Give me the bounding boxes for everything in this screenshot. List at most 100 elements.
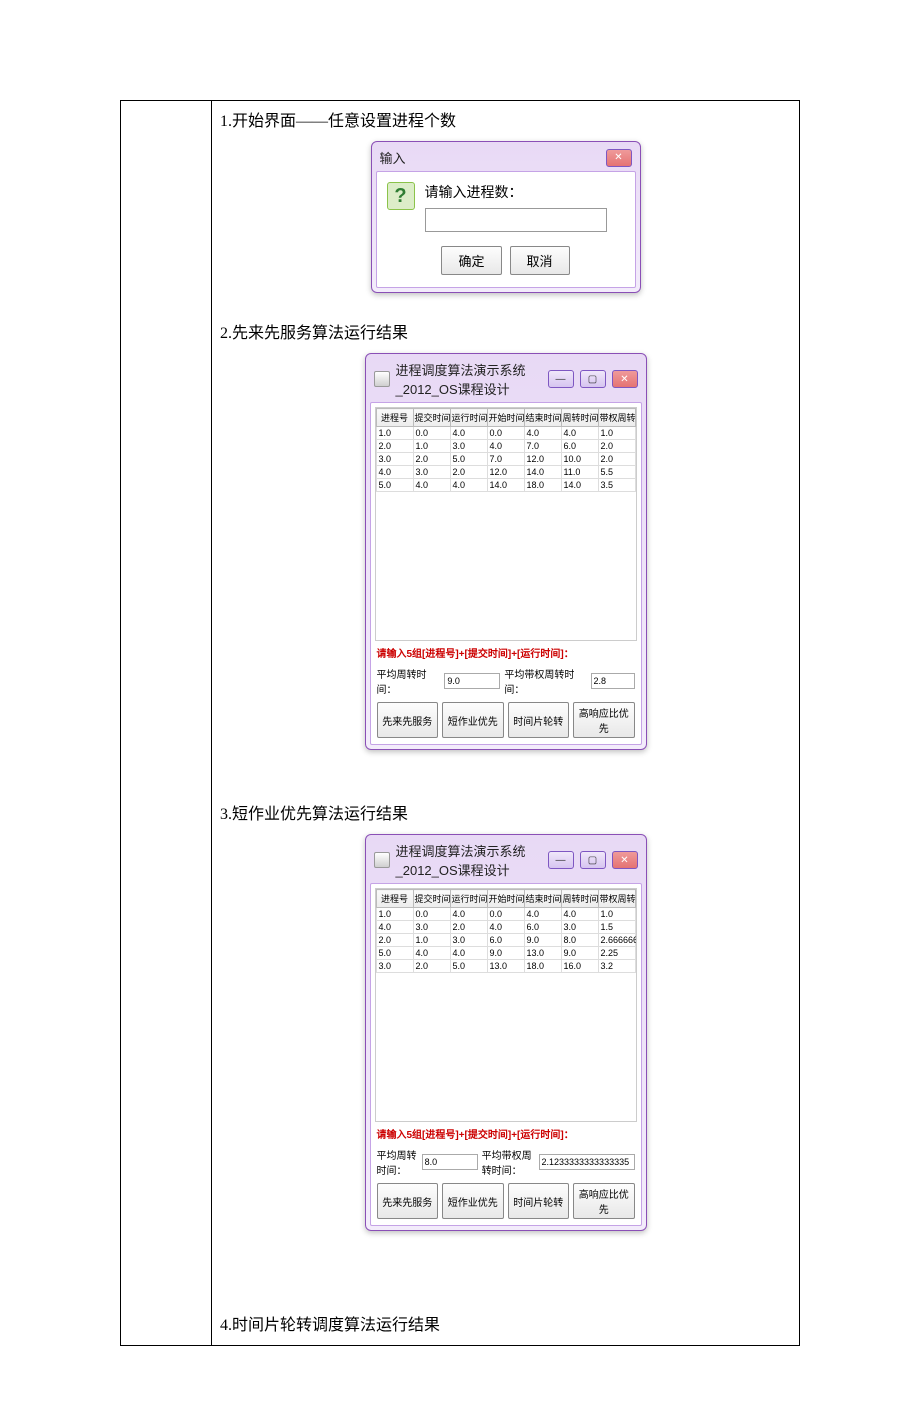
sjf-button[interactable]: 短作业优先 [442, 702, 504, 738]
table-cell: 4.0 [524, 427, 561, 440]
cancel-button[interactable]: 取消 [510, 246, 570, 275]
table-cell: 2.25 [598, 947, 635, 960]
table-row[interactable]: 1.00.04.00.04.04.01.0 [376, 427, 635, 440]
table-cell: 4.0 [413, 479, 450, 492]
table-row[interactable]: 2.01.03.04.07.06.02.0 [376, 440, 635, 453]
table-cell: 4.0 [561, 427, 598, 440]
table-row[interactable]: 5.04.04.014.018.014.03.5 [376, 479, 635, 492]
table-row[interactable]: 4.03.02.04.06.03.01.5 [376, 921, 635, 934]
table-cell: 1.0 [413, 440, 450, 453]
column-header: 运行时间 [450, 409, 487, 427]
table-cell: 9.0 [487, 947, 524, 960]
table-cell: 3.0 [376, 960, 413, 973]
rr-button[interactable]: 时间片轮转 [508, 702, 570, 738]
column-header: 开始时间 [487, 409, 524, 427]
table-row[interactable]: 4.03.02.012.014.011.05.5 [376, 466, 635, 479]
fcfs-button[interactable]: 先来先服务 [377, 1183, 439, 1219]
table-cell: 1.0 [598, 427, 635, 440]
input-dialog-window: 输入 ✕ ? 请输入进程数： [371, 141, 641, 293]
table-cell: 9.0 [524, 934, 561, 947]
fcfs-avg-turn[interactable] [444, 673, 500, 689]
column-header: 运行时间 [450, 890, 487, 908]
app-icon [374, 371, 390, 387]
maximize-icon[interactable]: ▢ [580, 370, 606, 388]
table-cell: 14.0 [487, 479, 524, 492]
input-dialog-title: 输入 [380, 148, 600, 167]
table-cell: 4.0 [450, 479, 487, 492]
table-cell: 12.0 [487, 466, 524, 479]
table-cell: 2.666666.. [598, 934, 635, 947]
close-icon[interactable]: ✕ [612, 851, 638, 869]
table-cell: 13.0 [487, 960, 524, 973]
ok-button[interactable]: 确定 [441, 246, 501, 275]
table-cell: 0.0 [487, 908, 524, 921]
table-cell: 2.0 [376, 934, 413, 947]
table-cell: 2.0 [376, 440, 413, 453]
table-cell: 9.0 [561, 947, 598, 960]
sjf-avg-turn[interactable] [422, 1154, 478, 1170]
table-cell: 5.0 [376, 947, 413, 960]
sjf-window-title: 进程调度算法演示系统_2012_OS课程设计 [396, 841, 542, 879]
column-header: 进程号 [376, 409, 413, 427]
section4-caption: 4.时间片轮转调度算法运行结果 [220, 1311, 791, 1335]
close-icon[interactable]: ✕ [612, 370, 638, 388]
table-row[interactable]: 5.04.04.09.013.09.02.25 [376, 947, 635, 960]
process-count-input[interactable] [425, 208, 607, 232]
section1-caption: 1.开始界面——任意设置进程个数 [220, 107, 791, 131]
table-row[interactable]: 1.00.04.00.04.04.01.0 [376, 908, 635, 921]
table-cell: 4.0 [376, 921, 413, 934]
table-row[interactable]: 3.02.05.07.012.010.02.0 [376, 453, 635, 466]
close-icon[interactable]: ✕ [606, 149, 632, 167]
column-header: 带权周转.. [598, 409, 635, 427]
table-cell: 3.0 [450, 440, 487, 453]
table-cell: 0.0 [487, 427, 524, 440]
table-cell: 18.0 [524, 960, 561, 973]
table-cell: 5.0 [376, 479, 413, 492]
doc-left-gutter [121, 101, 212, 1345]
table-cell: 14.0 [524, 466, 561, 479]
maximize-icon[interactable]: ▢ [580, 851, 606, 869]
table-cell: 3.5 [598, 479, 635, 492]
table-cell: 6.0 [524, 921, 561, 934]
doc-content-cell: 1.开始界面——任意设置进程个数 输入 ✕ ? 请输入进程数： [212, 101, 799, 1345]
hrrn-button[interactable]: 高响应比优先 [573, 702, 635, 738]
table-cell: 1.0 [376, 427, 413, 440]
table-cell: 18.0 [524, 479, 561, 492]
table-row[interactable]: 3.02.05.013.018.016.03.2 [376, 960, 635, 973]
fcfs-avg-wturn[interactable] [591, 673, 635, 689]
table-cell: 3.0 [450, 934, 487, 947]
table-cell: 0.0 [413, 427, 450, 440]
section3-caption: 3.短作业优先算法运行结果 [220, 800, 791, 824]
avg-turn-label: 平均周转时间： [377, 666, 441, 696]
table-cell: 4.0 [450, 427, 487, 440]
fcfs-result-window: 进程调度算法演示系统_2012_OS课程设计 — ▢ ✕ 进程号提交时间运行时间… [365, 353, 647, 750]
table-cell: 16.0 [561, 960, 598, 973]
column-header: 开始时间 [487, 890, 524, 908]
table-cell: 11.0 [561, 466, 598, 479]
table-cell: 1.0 [376, 908, 413, 921]
avg-turn-label: 平均周转时间： [377, 1147, 418, 1177]
sjf-button[interactable]: 短作业优先 [442, 1183, 504, 1219]
column-header: 周转时间 [561, 890, 598, 908]
sjf-avg-wturn[interactable] [539, 1154, 635, 1170]
table-cell: 6.0 [561, 440, 598, 453]
table-cell: 13.0 [524, 947, 561, 960]
table-cell: 1.0 [413, 934, 450, 947]
table-cell: 8.0 [561, 934, 598, 947]
sjf-table: 进程号提交时间运行时间开始时间结束时间周转时间带权周转.. 1.00.04.00… [376, 889, 636, 973]
fcfs-input-hint: 请输入5组[进程号]+[提交时间]+[运行时间]： [377, 645, 635, 660]
table-cell: 3.0 [413, 921, 450, 934]
minimize-icon[interactable]: — [548, 851, 574, 869]
fcfs-button[interactable]: 先来先服务 [377, 702, 439, 738]
minimize-icon[interactable]: — [548, 370, 574, 388]
table-cell: 14.0 [561, 479, 598, 492]
table-cell: 4.0 [561, 908, 598, 921]
hrrn-button[interactable]: 高响应比优先 [573, 1183, 635, 1219]
table-cell: 4.0 [450, 908, 487, 921]
table-cell: 2.0 [413, 453, 450, 466]
app-icon [374, 852, 390, 868]
avg-wturn-label: 平均带权周转时间： [504, 666, 586, 696]
sjf-result-window: 进程调度算法演示系统_2012_OS课程设计 — ▢ ✕ 进程号提交时间运行时间… [365, 834, 647, 1231]
table-row[interactable]: 2.01.03.06.09.08.02.666666.. [376, 934, 635, 947]
rr-button[interactable]: 时间片轮转 [508, 1183, 570, 1219]
